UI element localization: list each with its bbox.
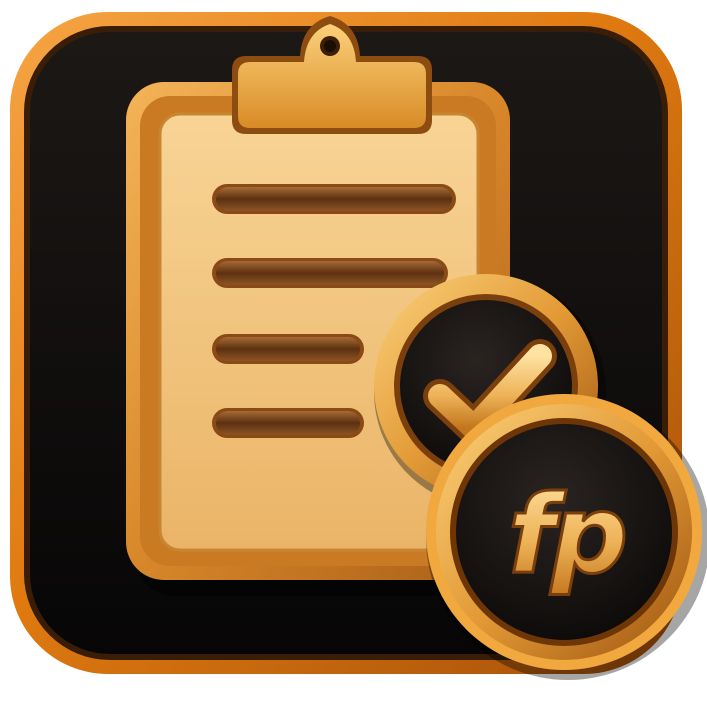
app-icon-graphic: fp [10,12,707,680]
badge-text: fp [508,473,625,598]
app-icon: fp [0,0,707,703]
fp-badge: fp [426,394,707,680]
